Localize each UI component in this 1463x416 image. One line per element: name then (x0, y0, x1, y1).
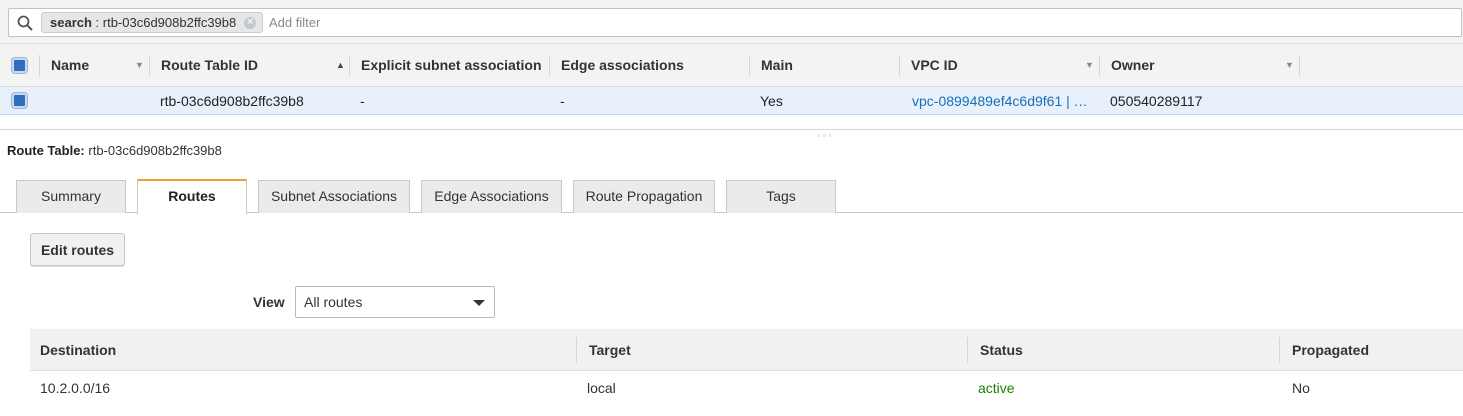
close-icon[interactable]: ✕ (244, 17, 257, 29)
sort-ascending-icon[interactable]: ▲ (336, 44, 345, 87)
edit-routes-button[interactable]: Edit routes (30, 233, 125, 266)
filter-token-key: search (50, 15, 92, 30)
add-filter-input[interactable] (269, 12, 569, 33)
routes-table-header: Destination Target Status Propagated (30, 329, 1463, 371)
tab-edge-associations[interactable]: Edge Associations (421, 180, 562, 213)
column-header-destination[interactable]: Destination (40, 329, 116, 371)
row-explicit-subnet: - (360, 93, 365, 109)
column-header-name[interactable]: Name (51, 44, 131, 87)
row-main: Yes (760, 93, 783, 109)
filter-box[interactable]: search : rtb-03c6d908b2ffc39b8 ✕ (8, 8, 1462, 37)
column-header-vpc-id[interactable]: VPC ID (911, 44, 1081, 87)
filter-token[interactable]: search : rtb-03c6d908b2ffc39b8 ✕ (41, 12, 264, 33)
view-select[interactable]: All routes (295, 286, 495, 318)
column-header-route-table-id[interactable]: Route Table ID (161, 44, 331, 87)
pane-splitter[interactable] (0, 129, 1463, 130)
route-status: active (978, 380, 1015, 396)
row-owner: 050540289117 (1110, 93, 1203, 109)
table-row[interactable]: rtb-03c6d908b2ffc39b8 - - Yes vpc-089948… (0, 87, 1463, 115)
detail-title-value: rtb-03c6d908b2ffc39b8 (88, 143, 222, 158)
resize-grip-icon[interactable]: ▫▫▫ (817, 131, 835, 140)
row-name (51, 87, 141, 115)
column-header-status[interactable]: Status (980, 329, 1023, 371)
tab-subnet-associations[interactable]: Subnet Associations (258, 180, 410, 213)
route-destination: 10.2.0.0/16 (40, 380, 111, 396)
chevron-down-icon[interactable]: ▼ (135, 44, 144, 87)
view-label: View (253, 294, 285, 310)
detail-tabs: Summary Routes Subnet Associations Edge … (0, 179, 1463, 214)
row-edge-associations: - (560, 93, 565, 109)
search-bar: search : rtb-03c6d908b2ffc39b8 ✕ (0, 0, 1463, 44)
tab-route-propagation[interactable]: Route Propagation (573, 180, 715, 213)
caret-down-icon (473, 300, 485, 306)
column-header-owner[interactable]: Owner (1111, 44, 1281, 87)
tab-routes[interactable]: Routes (137, 179, 247, 214)
table-row: 10.2.0.0/16 local active No (30, 371, 1463, 405)
filter-token-value: rtb-03c6d908b2ffc39b8 (102, 15, 237, 30)
chevron-down-icon[interactable]: ▼ (1085, 44, 1094, 87)
route-propagated: No (1292, 380, 1310, 396)
column-header-explicit-subnet[interactable]: Explicit subnet association (361, 44, 541, 87)
search-icon (17, 15, 33, 31)
column-header-propagated[interactable]: Propagated (1292, 329, 1369, 371)
column-header-main[interactable]: Main (761, 44, 891, 87)
view-select-value: All routes (304, 294, 363, 310)
row-checkbox[interactable] (12, 93, 27, 108)
tab-tags[interactable]: Tags (726, 180, 836, 213)
route-tables-header: Name ▼ Route Table ID ▲ Explicit subnet … (0, 44, 1463, 87)
detail-title-label: Route Table: (7, 143, 85, 158)
column-header-target[interactable]: Target (589, 329, 631, 371)
tab-summary[interactable]: Summary (16, 180, 126, 213)
select-all-checkbox[interactable] (12, 58, 27, 73)
vpc-id-link[interactable]: vpc-0899489ef4c6d9f61 | … (912, 87, 1092, 115)
row-route-table-id: rtb-03c6d908b2ffc39b8 (160, 93, 304, 109)
route-target: local (587, 380, 616, 396)
chevron-down-icon[interactable]: ▼ (1285, 44, 1294, 87)
column-header-edge-associations[interactable]: Edge associations (561, 44, 741, 87)
detail-title: Route Table: rtb-03c6d908b2ffc39b8 (7, 143, 222, 158)
